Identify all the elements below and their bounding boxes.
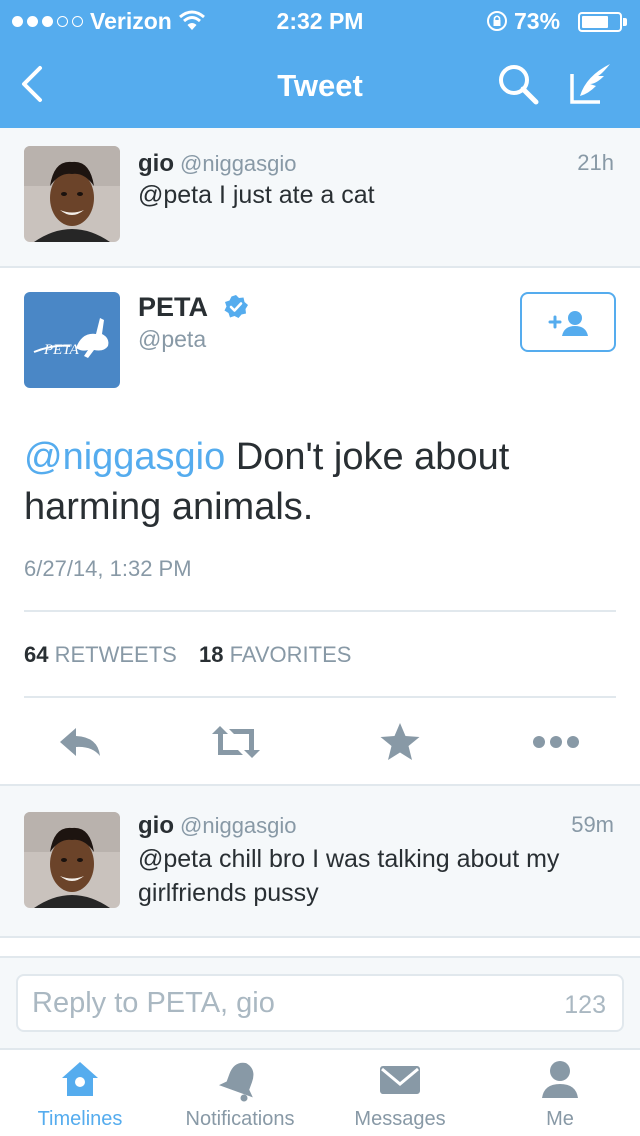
follow-button[interactable]	[520, 292, 616, 352]
peta-logo[interactable]: PETA	[24, 292, 120, 388]
tweet-text: @peta chill bro I was talking about my g…	[138, 845, 560, 907]
reply-input[interactable]: Reply to PETA, gio 123	[16, 974, 624, 1032]
author-name[interactable]: gio @niggasgio	[138, 812, 297, 840]
svg-text:PETA: PETA	[43, 342, 80, 358]
character-count: 123	[564, 991, 606, 1019]
divider	[24, 610, 616, 612]
tweet-text: @peta I just ate a cat	[138, 181, 375, 209]
favorites-stat[interactable]: 18 FAVORITES	[199, 642, 351, 667]
tab-me[interactable]: Me	[480, 1050, 640, 1136]
parent-tweet[interactable]: gio @niggasgio 21h @peta I just ate a cat	[0, 128, 640, 268]
tweet-age: 59m	[571, 812, 614, 837]
reply-tweet[interactable]: gio @niggasgio 59m @peta chill bro I was …	[0, 786, 640, 938]
home-icon	[62, 1062, 98, 1096]
reply-placeholder: Reply to PETA, gio	[32, 987, 275, 1019]
mention-link[interactable]: @niggasgio	[24, 436, 225, 478]
author-name[interactable]: gio @niggasgio	[138, 150, 297, 178]
tweet-stats: 64 RETWEETS 18 FAVORITES	[24, 642, 367, 668]
author-handle[interactable]: @niggasgio	[180, 151, 297, 176]
author-display-name[interactable]: gio	[138, 812, 174, 839]
battery-icon	[578, 12, 627, 32]
tweet-age: 21h	[577, 150, 614, 175]
retweet-icon	[212, 726, 260, 758]
reply-composer: Reply to PETA, gio 123	[0, 956, 640, 1048]
envelope-icon	[380, 1066, 420, 1094]
person-icon	[542, 1061, 578, 1098]
reply-button[interactable]	[50, 720, 110, 764]
retweets-stat[interactable]: 64 RETWEETS	[24, 642, 177, 667]
tab-timelines[interactable]: Timelines	[0, 1050, 160, 1136]
avatar[interactable]	[24, 812, 120, 908]
retweet-button[interactable]	[206, 720, 266, 764]
author-handle[interactable]: @niggasgio	[180, 813, 297, 838]
bell-icon	[218, 1062, 254, 1102]
rotation-lock-icon	[487, 11, 507, 31]
tab-notifications[interactable]: Notifications	[160, 1050, 320, 1136]
author-name[interactable]: PETA	[138, 292, 249, 323]
status-bar: Verizon 2:32 PM 73%	[0, 0, 640, 42]
more-icon	[533, 736, 579, 748]
tab-label: Messages	[354, 1108, 446, 1130]
author-display-name[interactable]: PETA	[138, 292, 207, 322]
page-title: Tweet	[277, 68, 363, 103]
tab-label: Timelines	[37, 1108, 123, 1130]
battery-percent: 73%	[514, 8, 561, 34]
main-tweet: PETA PETA @peta @niggasgio Don't joke ab…	[0, 268, 640, 786]
tab-label: Me	[546, 1108, 574, 1130]
author-handle[interactable]: @peta	[138, 326, 206, 353]
more-button[interactable]	[526, 720, 586, 764]
top-bar: Verizon 2:32 PM 73% Tweet	[0, 0, 640, 128]
verified-badge-icon	[224, 295, 248, 318]
avatar[interactable]	[24, 146, 120, 242]
tab-bar: Timelines Notifications Messages Me	[0, 1048, 640, 1136]
compose-icon[interactable]	[568, 60, 614, 106]
tab-label: Notifications	[185, 1108, 295, 1130]
tweet-text: @niggasgio Don't joke about harming anim…	[24, 432, 624, 532]
reply-icon	[60, 728, 100, 756]
tab-messages[interactable]: Messages	[320, 1050, 480, 1136]
add-user-icon	[548, 311, 588, 336]
favorite-button[interactable]	[370, 720, 430, 764]
author-display-name[interactable]: gio	[138, 150, 174, 177]
tweet-timestamp: 6/27/14, 1:32 PM	[24, 556, 192, 581]
search-icon[interactable]	[496, 62, 540, 106]
divider	[24, 696, 616, 698]
star-icon	[380, 723, 420, 760]
